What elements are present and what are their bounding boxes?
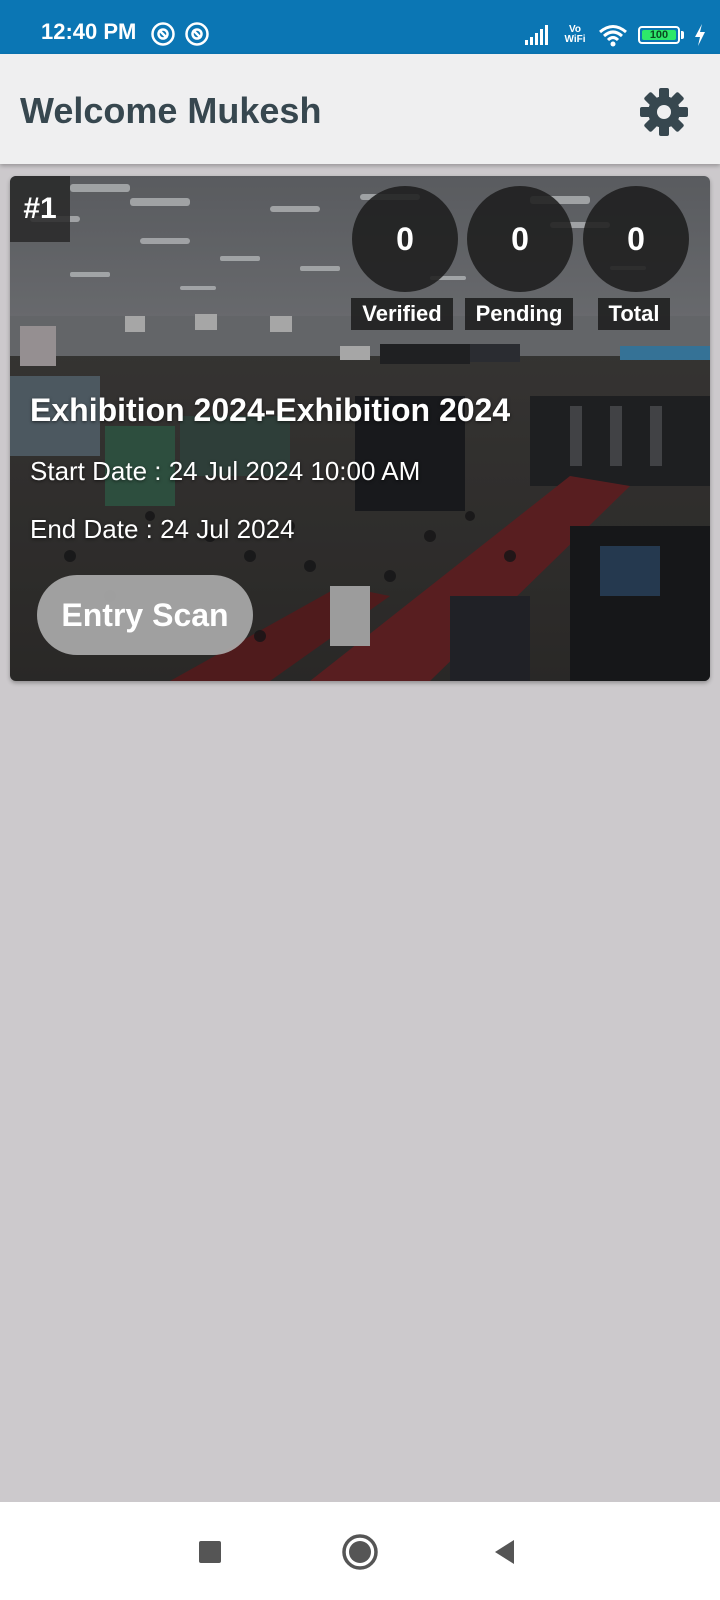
- home-icon[interactable]: [337, 1529, 383, 1575]
- battery-icon: 100: [638, 26, 684, 44]
- gear-icon: [640, 88, 688, 136]
- verified-count: 0: [352, 186, 458, 292]
- event-index-badge: #1: [10, 176, 70, 242]
- verified-label: Verified: [351, 298, 453, 330]
- system-nav-bar: [0, 1502, 720, 1600]
- recents-icon[interactable]: [187, 1529, 233, 1575]
- status-indicators: Vo WiFi 100: [524, 20, 706, 50]
- app-bar: Welcome Mukesh: [0, 54, 720, 164]
- signal-icon: [525, 25, 548, 45]
- vowifi-icon: Vo WiFi: [562, 25, 588, 45]
- total-count: 0: [583, 186, 689, 292]
- total-label: Total: [598, 298, 670, 330]
- charging-icon: [695, 24, 705, 46]
- status-time: 12:40 PM: [41, 19, 137, 44]
- back-icon[interactable]: [483, 1529, 529, 1575]
- pending-label: Pending: [465, 298, 573, 330]
- entry-scan-button[interactable]: Entry Scan: [37, 575, 253, 655]
- event-end-date: End Date : 24 Jul 2024: [30, 514, 295, 544]
- event-title: Exhibition 2024-Exhibition 2024: [30, 392, 511, 428]
- event-card[interactable]: #1 0 0 0 Verified Pending Total Exhibiti…: [10, 176, 710, 681]
- page-title: Welcome Mukesh: [20, 90, 322, 131]
- status-bar: 12:40 PM Vo WiFi 100: [0, 0, 720, 54]
- wifi-icon: [599, 25, 627, 47]
- settings-button[interactable]: [636, 84, 692, 140]
- app-notification-icon: [151, 22, 175, 46]
- battery-level: 100: [649, 29, 669, 41]
- event-start-date: Start Date : 24 Jul 2024 10:00 AM: [30, 456, 421, 486]
- vowifi-label-bottom: WiFi: [564, 34, 586, 45]
- app-notification-icon: [185, 22, 209, 46]
- pending-count: 0: [467, 186, 573, 292]
